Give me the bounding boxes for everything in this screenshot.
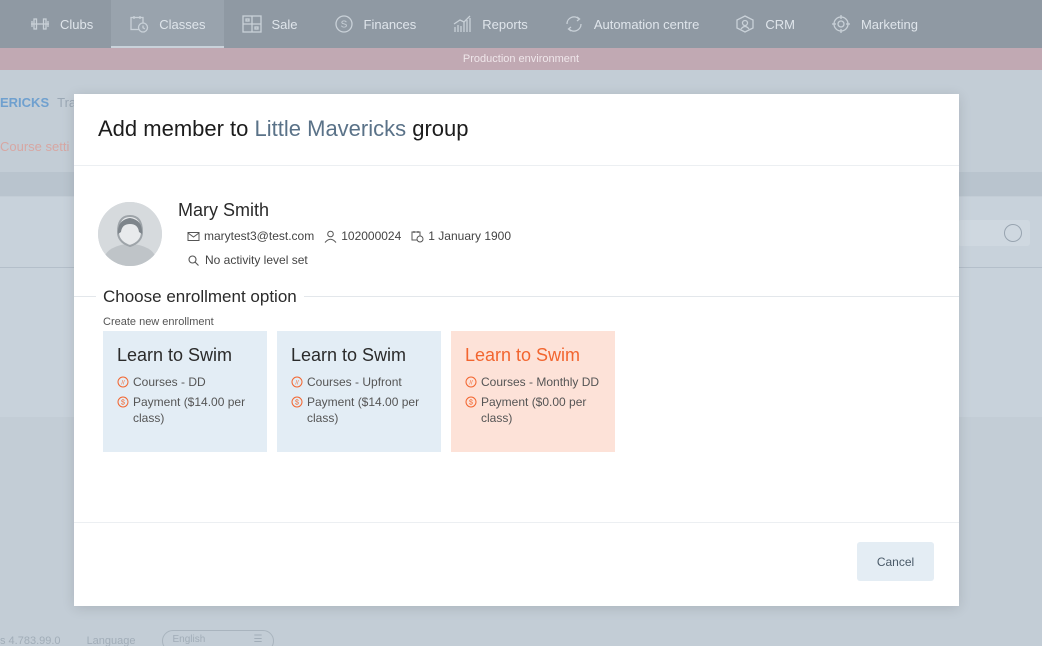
user-icon [324,230,337,243]
course-plan-icon: // [465,376,477,388]
user-silhouette-icon [98,202,162,266]
svg-text://: // [469,380,473,386]
pos-icon [241,15,262,33]
nav-item-label: Reports [482,16,528,32]
option-payment: Payment ($14.00 per class) [133,395,246,425]
group-name: Little Mavericks [254,116,407,141]
nav-item-label: CRM [765,16,795,32]
footer: s 4.783.99.0 Language English ☰ [0,630,274,646]
member-id: 102000024 [341,229,402,243]
language-label: Language [86,635,136,646]
cycle-icon [566,16,582,32]
breadcrumb: ERICKS Tra [0,95,76,110]
dollar-coin-icon: S [334,15,353,33]
menu-icon: ☰ [253,634,263,645]
nav-item-finances[interactable]: S Finances [316,0,435,48]
course-settings-link[interactable]: Course setti [0,139,69,154]
magnifier-icon [188,254,199,266]
svg-text:$: $ [295,400,299,407]
svg-text:S: S [340,20,347,31]
bar-chart-icon [453,15,471,32]
course-plan-icon: // [291,376,303,388]
option-plan: Courses - DD [133,375,206,389]
option-payment: Payment ($14.00 per class) [307,395,420,425]
svg-text:$: $ [121,400,125,407]
dollar-icon: $ [117,396,129,408]
enrollment-option-card[interactable]: Learn to Swim // Courses - DD $ Payment … [103,331,267,452]
nav-item-clubs[interactable]: Clubs [0,0,111,48]
section-title: Choose enrollment option [96,287,304,307]
dumbbell-icon [31,18,49,30]
title-suffix: group [412,116,469,141]
nav-item-label: Marketing [860,16,919,32]
birthday-calendar-icon [411,230,424,242]
svg-text://: // [121,380,125,386]
svg-text://: // [295,380,299,386]
version-text: s 4.783.99.0 [0,635,61,646]
dollar-icon: $ [465,396,477,408]
option-title: Learn to Swim [291,345,407,365]
option-title: Learn to Swim [117,345,233,365]
member-birth-date: 1 January 1900 [428,229,512,243]
option-plan: Courses - Monthly DD [481,375,600,389]
breadcrumb-group[interactable]: ERICKS [0,95,49,110]
nav-item-reports[interactable]: Reports [434,0,546,48]
language-select[interactable]: English ☰ [161,630,274,646]
top-navigation: Clubs Classes Sale S Finances Reports Au… [0,0,1042,48]
nav-item-crm[interactable]: CRM [717,0,813,48]
enrollment-option-card[interactable]: Learn to Swim // Courses - Upfront $ Pay… [277,331,441,452]
nav-item-label: Sale [271,16,298,32]
target-icon [831,15,850,33]
nav-item-label: Classes [159,16,206,32]
language-value: English [172,634,206,645]
nav-item-label: Clubs [60,16,94,32]
calendar-clock-icon [130,16,149,33]
nav-item-label: Finances [363,16,417,32]
environment-banner: Production environment [0,48,1042,70]
enrollment-option-card-selected[interactable]: Learn to Swim // Courses - Monthly DD $ … [451,331,615,452]
svg-text:$: $ [469,400,473,407]
member-summary: Mary Smith marytest3@test.com 102000024 … [98,200,512,267]
dialog-title: Add member to Little Mavericks group [74,94,959,166]
nav-item-automation-centre[interactable]: Automation centre [546,0,718,48]
option-payment: Payment ($0.00 per class) [481,395,587,425]
dollar-icon: $ [291,396,303,408]
section-subtitle: Create new enrollment [103,316,214,328]
nav-item-classes[interactable]: Classes [111,0,224,48]
envelope-icon [187,231,200,241]
footer-divider [74,522,959,523]
nav-item-label: Automation centre [593,16,700,32]
nav-item-marketing[interactable]: Marketing [813,0,936,48]
course-plan-icon: // [117,376,129,388]
member-name: Mary Smith [178,200,270,220]
crm-icon [736,15,754,33]
enrollment-options: Learn to Swim // Courses - DD $ Payment … [103,331,615,452]
title-prefix: Add member to [98,116,249,141]
activity-level: No activity level set [205,253,308,267]
member-email: marytest3@test.com [204,229,315,243]
option-title: Learn to Swim [465,345,581,365]
nav-item-sale[interactable]: Sale [224,0,316,48]
cancel-button[interactable]: Cancel [857,542,934,581]
avatar [98,202,162,266]
add-member-dialog: Add member to Little Mavericks group Mar… [74,94,959,606]
search-icon[interactable] [1004,224,1022,242]
option-plan: Courses - Upfront [307,375,402,389]
